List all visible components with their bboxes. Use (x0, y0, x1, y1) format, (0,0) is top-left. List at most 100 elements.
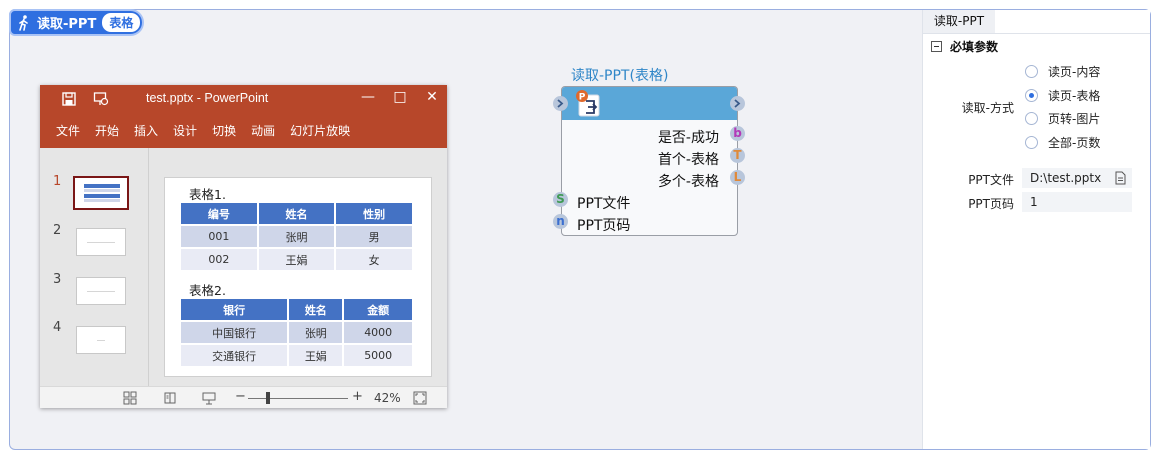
radio-label: 读页-内容 (1048, 65, 1101, 79)
ppt-titlebar: test.pptx - PowerPoint — □ ✕ (40, 85, 447, 113)
input-port-n[interactable]: n (553, 214, 568, 229)
flow-out-arrow-icon (734, 99, 741, 108)
properties-panel: 读取-PPT 必填参数 读取-方式 读页-内容 读页-表格 页转-图片 全部-页… (922, 10, 1150, 449)
input-port-s[interactable]: S (553, 192, 568, 207)
menu-file[interactable]: 文件 (56, 122, 80, 139)
table-row: 交通银行 王娟 5000 (181, 345, 412, 366)
slideshow-view-icon[interactable] (202, 391, 216, 405)
save-icon[interactable] (61, 91, 77, 107)
panel-tab-divider (995, 33, 1150, 34)
zoom-out-button[interactable]: − (235, 389, 246, 404)
radio-circle[interactable] (1025, 65, 1038, 78)
slide-table-1: 编号 姓名 性别 001 张明 男 002 王娟 女 (179, 201, 414, 272)
table-row: 中国银行 张明 4000 (181, 322, 412, 343)
file-browse-icon[interactable] (1114, 171, 1126, 185)
ppt-file-value: D:\test.pptx (1030, 171, 1102, 185)
slide-thumbnail-pane: 1 2 3 4 (40, 148, 149, 386)
minimize-icon[interactable]: — (360, 89, 376, 105)
walking-person-icon (19, 14, 28, 31)
ppt-page-value: 1 (1030, 195, 1038, 209)
table-header: 编号 (181, 203, 257, 224)
close-icon[interactable]: ✕ (424, 89, 440, 105)
node-header[interactable]: P (562, 87, 737, 120)
radio-read-content[interactable]: 读页-内容 (1025, 63, 1100, 80)
output-first-table-label: 首个-表格 (657, 152, 719, 168)
radio-circle-selected[interactable] (1025, 89, 1038, 102)
collapse-icon[interactable] (931, 41, 942, 52)
node-title: 读取-PPT(表格) (571, 68, 669, 84)
radio-page-to-image[interactable]: 页转-图片 (1025, 110, 1100, 127)
slide-thumbnail-4[interactable] (76, 326, 126, 354)
slide-table-2: 银行 姓名 金额 中国银行 张明 4000 交通银行 王娟 5000 (179, 297, 414, 368)
table-cell: 001 (181, 226, 257, 247)
slide-thumbnail-3[interactable] (76, 277, 126, 305)
table-cell: 王娟 (289, 345, 343, 366)
reading-view-icon[interactable] (163, 391, 177, 405)
radio-read-table[interactable]: 读页-表格 (1025, 87, 1100, 104)
table-row: 001 张明 男 (181, 226, 412, 247)
radio-label: 页转-图片 (1048, 112, 1101, 126)
table-cell: 5000 (344, 345, 412, 366)
menu-insert[interactable]: 插入 (134, 122, 158, 139)
slide-thumbnail-2[interactable] (76, 228, 126, 256)
slide-number: 2 (53, 223, 62, 238)
table-cell: 4000 (344, 322, 412, 343)
flow-node[interactable]: P 是否-成功 首个-表格 多个-表格 PPT文件 PPT页码 (561, 86, 738, 236)
table-header: 姓名 (289, 299, 343, 320)
table-row: 002 王娟 女 (181, 249, 412, 270)
table-header: 银行 (181, 299, 288, 320)
flow-in-arrow-icon (557, 99, 564, 108)
radio-label: 全部-页数 (1048, 136, 1101, 150)
pill-tag: 表格 (102, 13, 141, 32)
slide-number: 3 (53, 272, 62, 287)
flow-out-port[interactable] (730, 96, 745, 111)
radio-all-pages[interactable]: 全部-页数 (1025, 134, 1100, 151)
menu-home[interactable]: 开始 (95, 122, 119, 139)
zoom-slider-handle[interactable] (266, 392, 270, 404)
menu-design[interactable]: 设计 (173, 122, 197, 139)
table-cell: 中国银行 (181, 322, 288, 343)
table-header: 金额 (344, 299, 412, 320)
table-cell: 交通银行 (181, 345, 288, 366)
flow-in-port[interactable] (553, 96, 568, 111)
slide-number: 4 (53, 320, 62, 335)
svg-text:P: P (579, 93, 586, 103)
output-port-b[interactable]: b (730, 126, 745, 141)
ppt-file-label: PPT文件 (968, 173, 1014, 187)
radio-circle[interactable] (1025, 136, 1038, 149)
table-cell: 王娟 (258, 249, 335, 270)
zoom-level: 42% (374, 391, 401, 405)
output-port-l[interactable]: L (730, 170, 745, 185)
fit-to-window-icon[interactable] (413, 391, 427, 405)
output-port-t[interactable]: T (730, 148, 745, 163)
menu-animations[interactable]: 动画 (251, 122, 275, 139)
output-multi-table-label: 多个-表格 (657, 174, 719, 190)
panel-tab[interactable]: 读取-PPT (923, 10, 995, 34)
zoom-slider-track[interactable] (248, 398, 348, 399)
slide-number: 1 (53, 174, 62, 189)
maximize-icon[interactable]: □ (392, 89, 408, 105)
present-from-start-icon[interactable] (93, 91, 109, 107)
radio-circle[interactable] (1025, 112, 1038, 125)
table-cell: 女 (336, 249, 412, 270)
node-type-pill[interactable]: 读取-PPT 表格 (9, 9, 144, 36)
required-params-section[interactable]: 必填参数 (931, 38, 998, 55)
menu-transitions[interactable]: 切换 (212, 122, 236, 139)
table-cell: 张明 (258, 226, 335, 247)
ppt-file-input[interactable]: D:\test.pptx (1022, 168, 1132, 188)
zoom-in-button[interactable]: + (352, 389, 363, 404)
ppt-status-bar: − + 42% (40, 386, 447, 408)
normal-view-icon[interactable] (123, 391, 137, 405)
table-cell: 张明 (289, 322, 343, 343)
menu-slideshow[interactable]: 幻灯片放映 (290, 122, 350, 139)
output-success-label: 是否-成功 (657, 130, 719, 146)
ppt-ribbon-menu: 文件 开始 插入 设计 切换 动画 幻灯片放映 (40, 113, 447, 148)
ppt-read-icon: P (576, 90, 600, 117)
thumbnail-table-preview (84, 184, 120, 202)
ppt-page-input[interactable]: 1 (1022, 192, 1132, 212)
slide-thumbnail-1[interactable] (73, 176, 129, 210)
table-cell: 男 (336, 226, 412, 247)
input-ppt-file-label: PPT文件 (577, 196, 631, 212)
table-header: 性别 (336, 203, 412, 224)
pill-title: 读取-PPT (37, 17, 97, 32)
